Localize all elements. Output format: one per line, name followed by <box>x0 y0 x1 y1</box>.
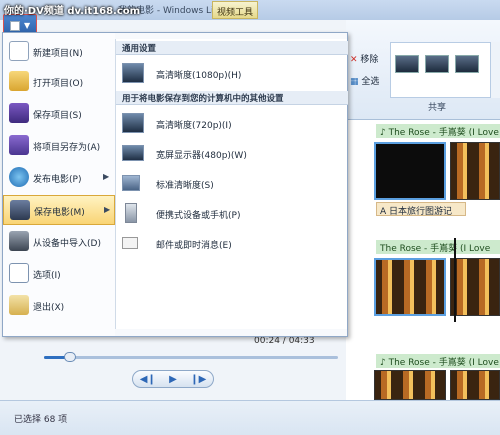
globe-icon <box>9 167 29 187</box>
monitor-thumb-icon[interactable] <box>425 55 449 73</box>
aspect-gallery <box>390 42 500 98</box>
menu-item-label: 保存电影(M) <box>34 208 85 218</box>
menu-item-save-movie[interactable]: 保存电影(M) ▶ <box>3 195 115 225</box>
chevron-right-icon: ▶ <box>104 205 111 214</box>
seek-knob[interactable] <box>64 352 76 362</box>
menu-item-label: 发布电影(P) <box>33 175 82 185</box>
menu-item-label: 将项目另存为(A) <box>33 143 101 153</box>
chevron-right-icon: ▶ <box>103 172 110 181</box>
transport-controls: ◀❙ ▶ ❙▶ <box>132 370 214 388</box>
ribbon: ✕ 移除 ▦ 全选 共享 <box>346 20 500 120</box>
submenu-item-portable[interactable]: 便携式设备或手机(P) <box>116 199 348 227</box>
film-save-icon <box>10 200 30 220</box>
video-clip[interactable] <box>450 142 500 200</box>
submenu-header-common: 通用设置 <box>116 41 348 55</box>
seek-bar[interactable] <box>44 356 338 359</box>
app-menu-icon <box>10 21 20 31</box>
submenu-item-1080p[interactable]: 高清晰度(1080p)(H) <box>116 59 348 87</box>
monitor-icon <box>122 113 144 133</box>
status-text: 已选择 68 项 <box>14 415 68 425</box>
submenu-item-standard[interactable]: 标准清晰度(S) <box>116 169 348 197</box>
storyboard: ♪ The Rose - 手嶌葵 (I Love A 日本旅行图游记 The R… <box>346 120 500 400</box>
save-movie-submenu: 通用设置 高清晰度(1080p)(H) 用于将电影保存到您的计算机中的其他设置 … <box>115 39 348 329</box>
menu-item-save-as[interactable]: 将项目另存为(A) <box>3 131 115 161</box>
previous-frame-icon[interactable]: ◀❙ <box>140 374 156 385</box>
submenu-item-720p[interactable]: 高清晰度(720p)(I) <box>116 109 348 137</box>
monitor-icon <box>122 63 144 83</box>
video-clip[interactable] <box>374 142 446 200</box>
email-icon <box>122 237 138 249</box>
submenu-item-email[interactable]: 邮件或即时消息(E) <box>116 229 348 257</box>
remove-button[interactable]: ✕ 移除 <box>350 52 378 65</box>
open-folder-icon <box>9 71 29 91</box>
menu-item-label: 退出(X) <box>33 303 65 313</box>
time-readout: 00:24 / 04:33 <box>254 336 315 346</box>
video-clip[interactable] <box>450 370 500 400</box>
menu-item-exit[interactable]: 退出(X) <box>3 291 115 321</box>
menu-item-label: 打开项目(O) <box>33 79 84 89</box>
play-icon[interactable]: ▶ <box>169 374 177 385</box>
submenu-item-label: 宽屏显示器(480p)(W) <box>156 151 247 161</box>
save-as-icon <box>9 135 29 155</box>
monitor-thumb-icon[interactable] <box>455 55 479 73</box>
status-bar: 已选择 68 项 <box>0 400 500 435</box>
select-all-label: 全选 <box>361 77 380 87</box>
video-clip[interactable] <box>374 258 446 316</box>
remove-icon: ✕ <box>350 55 358 65</box>
menu-item-save-project[interactable]: 保存项目(S) <box>3 99 115 129</box>
submenu-item-label: 便携式设备或手机(P) <box>156 211 241 221</box>
menu-item-open-project[interactable]: 打开项目(O) <box>3 67 115 97</box>
widescreen-monitor-icon <box>122 145 144 161</box>
text-caption[interactable]: A 日本旅行图游记 <box>376 202 466 217</box>
phone-icon <box>125 203 137 223</box>
menu-commands: 新建项目(N) 打开项目(O) 保存项目(S) 将项目另存为(A) 发布电影(P… <box>3 33 115 336</box>
menu-item-label: 从设备中导入(D) <box>33 239 101 249</box>
music-caption[interactable]: ♪ The Rose - 手嶌葵 (I Love <box>376 124 500 138</box>
menu-item-label: 保存项目(S) <box>33 111 82 121</box>
exit-icon <box>9 295 29 315</box>
computer-icon <box>122 175 140 191</box>
submenu-item-label: 邮件或即时消息(E) <box>156 241 232 251</box>
music-caption[interactable]: ♪ The Rose - 手嶌葵 (I Love <box>376 354 500 368</box>
remove-label: 移除 <box>360 55 379 65</box>
video-clip[interactable] <box>374 370 446 400</box>
submenu-item-label: 高清晰度(1080p)(H) <box>156 71 242 81</box>
monitor-thumb-icon[interactable] <box>395 55 419 73</box>
menu-item-import-device[interactable]: 从设备中导入(D) <box>3 227 115 257</box>
submenu-item-480p[interactable]: 宽屏显示器(480p)(W) <box>116 139 348 167</box>
save-icon <box>9 103 29 123</box>
playhead[interactable] <box>454 238 456 322</box>
menu-item-new-project[interactable]: 新建项目(N) <box>3 37 115 67</box>
menu-item-label: 新建项目(N) <box>33 49 83 59</box>
submenu-header-other: 用于将电影保存到您的计算机中的其他设置 <box>116 91 348 105</box>
share-group-label: 共享 <box>428 103 447 113</box>
next-frame-icon[interactable]: ❙▶ <box>190 374 206 385</box>
new-project-icon <box>9 41 29 61</box>
tab-video-tools[interactable]: 视频工具 <box>212 1 259 19</box>
gallery-scrollbar[interactable] <box>490 42 500 98</box>
watermark-caption: 你的·DV频道 dv.it168.com <box>4 6 141 17</box>
menu-item-label: 选项(I) <box>33 271 61 281</box>
camera-icon <box>9 231 29 251</box>
submenu-item-label: 高清晰度(720p)(I) <box>156 121 232 131</box>
video-clip[interactable] <box>450 258 500 316</box>
submenu-item-label: 标准清晰度(S) <box>156 181 214 191</box>
menu-item-options[interactable]: 选项(I) <box>3 259 115 289</box>
select-all-icon: ▦ <box>350 77 359 87</box>
application-menu: 新建项目(N) 打开项目(O) 保存项目(S) 将项目另存为(A) 发布电影(P… <box>2 32 348 337</box>
select-all-button[interactable]: ▦ 全选 <box>350 74 379 87</box>
menu-item-publish[interactable]: 发布电影(P) ▶ <box>3 163 115 193</box>
chevron-down-icon: ▼ <box>24 21 31 30</box>
options-icon <box>9 263 29 283</box>
music-caption[interactable]: The Rose - 手嶌葵 (I Love <box>376 240 500 254</box>
